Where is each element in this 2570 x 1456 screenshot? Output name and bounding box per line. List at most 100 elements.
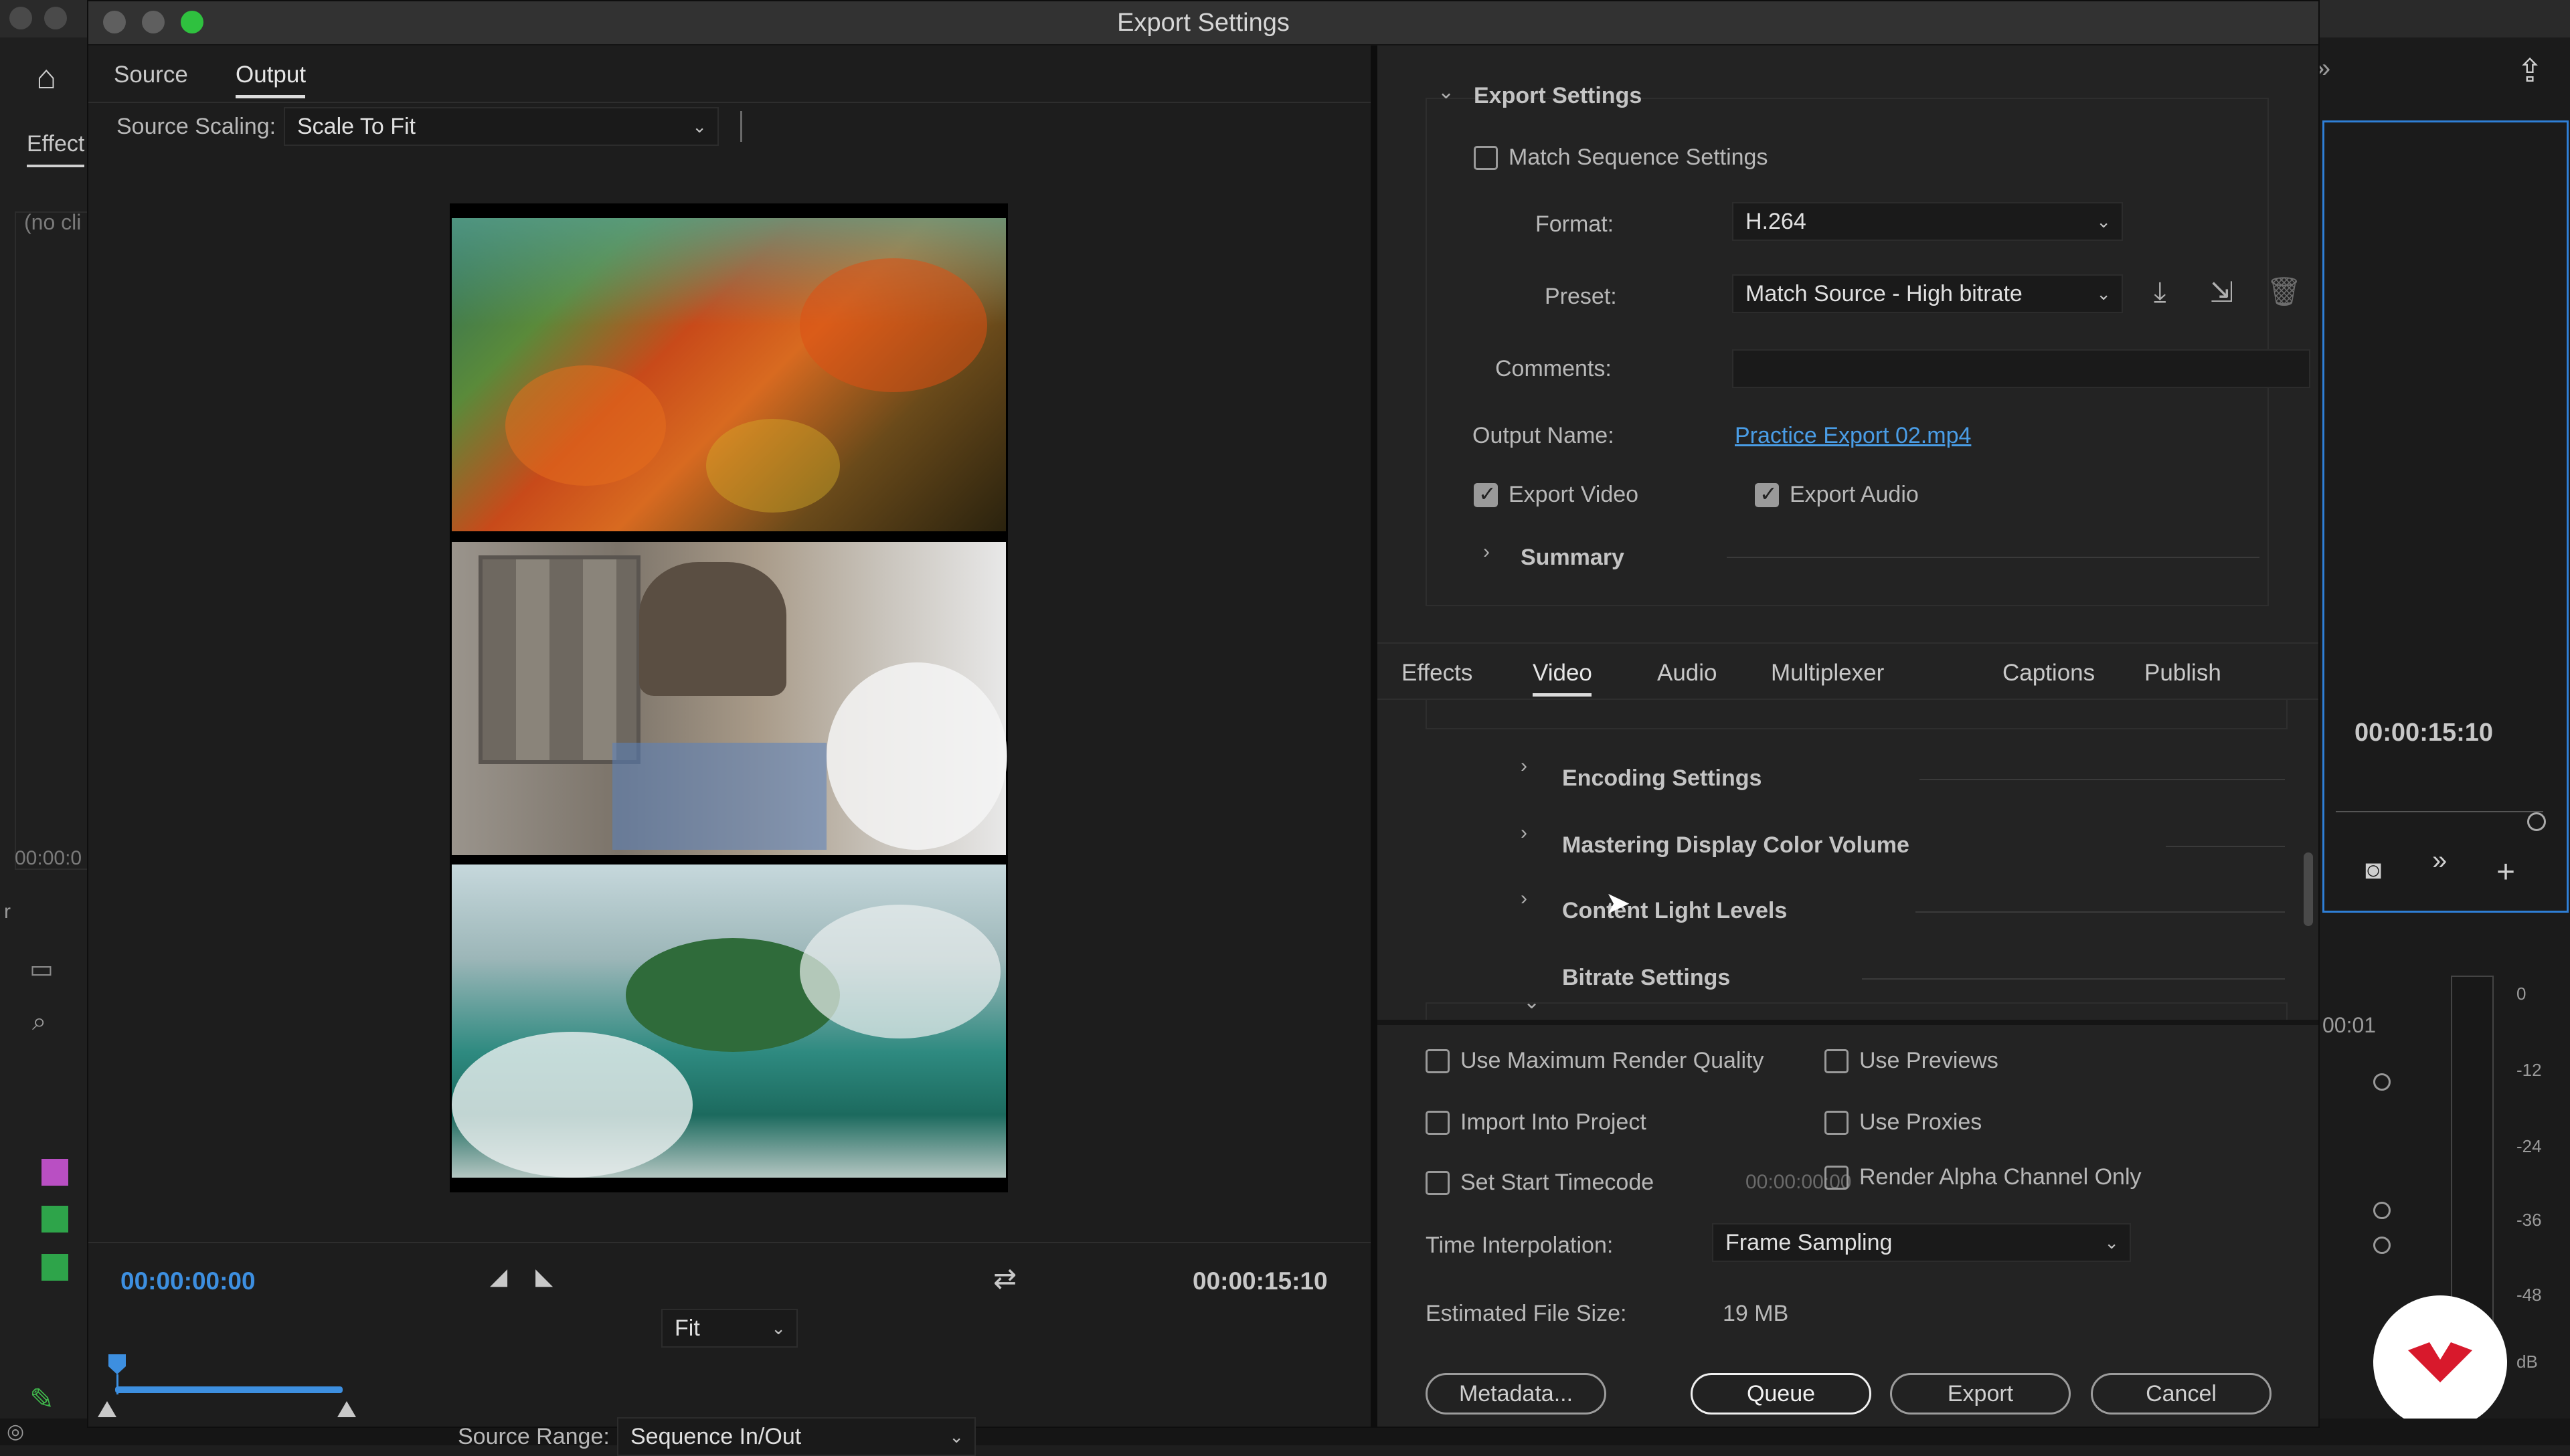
bg-more-icon[interactable]: » <box>2432 846 2447 876</box>
chevron-right-icon[interactable]: › <box>1483 541 1490 563</box>
pen-icon[interactable]: ✎ <box>29 1382 54 1417</box>
share-icon[interactable]: ⇪ <box>2516 52 2543 90</box>
time-interpolation-select[interactable]: Frame Sampling ⌄ <box>1712 1223 2131 1262</box>
rocket-tower <box>479 555 640 764</box>
bg-time-small: 00:01 <box>2322 1013 2377 1037</box>
tab-video[interactable]: Video <box>1533 660 1592 687</box>
import-into-project-checkbox[interactable] <box>1426 1111 1450 1135</box>
bg-keyframe-1[interactable] <box>2373 1073 2391 1091</box>
current-timecode[interactable]: 00:00:00:00 <box>120 1267 256 1295</box>
tab-publish[interactable]: Publish <box>2144 660 2221 687</box>
in-point-handle[interactable] <box>98 1401 116 1417</box>
format-select[interactable]: H.264 ⌄ <box>1732 202 2123 241</box>
use-proxies-label: Use Proxies <box>1859 1109 1982 1135</box>
folder-icon[interactable]: ▭ <box>29 954 54 984</box>
bitrate-settings-title[interactable]: Bitrate Settings <box>1562 965 1730 991</box>
import-preset-icon[interactable]: ⇲ <box>2210 276 2233 308</box>
bg-close-dot <box>9 7 32 29</box>
mastering-display-title[interactable]: Mastering Display Color Volume <box>1562 832 1909 858</box>
bg-ruler <box>2336 799 2543 812</box>
use-previews-label: Use Previews <box>1859 1048 1998 1073</box>
bg-ruler-handle[interactable] <box>2527 812 2546 831</box>
aspect-toggle-icon[interactable]: ⇄ <box>993 1262 1017 1295</box>
time-interpolation-value: Frame Sampling <box>1725 1230 1893 1255</box>
save-preset-icon[interactable]: ⤓ <box>2154 276 2166 308</box>
chevron-right-icon[interactable]: › <box>1521 755 1527 778</box>
out-point-handle[interactable] <box>337 1401 356 1417</box>
render-alpha-checkbox[interactable] <box>1824 1166 1849 1190</box>
use-previews-checkbox[interactable] <box>1824 1049 1849 1073</box>
start-timecode-checkbox[interactable] <box>1426 1171 1450 1195</box>
mouse-cursor-icon: ➤ <box>1605 885 1631 920</box>
tab-output[interactable]: Output <box>236 62 306 88</box>
cancel-button[interactable]: Cancel <box>2091 1373 2272 1415</box>
chevron-right-icon[interactable]: › <box>1521 887 1527 910</box>
add-icon[interactable]: + <box>2496 854 2515 891</box>
export-audio-checkbox[interactable] <box>1755 481 1779 507</box>
comments-label: Comments: <box>1495 356 1612 381</box>
summary-title[interactable]: Summary <box>1521 545 1624 571</box>
tab-source[interactable]: Source <box>114 62 188 88</box>
settings-pane: ⌄ Export Settings Match Sequence Setting… <box>1377 46 2318 1427</box>
export-video-checkbox[interactable] <box>1474 481 1498 507</box>
bg-no-clip-text: (no cli <box>24 210 82 234</box>
export-dialog: Export Settings Source Output Source Sca… <box>87 0 2320 1456</box>
encoding-settings-title[interactable]: Encoding Settings <box>1562 765 1762 792</box>
chevron-right-icon[interactable]: › <box>1521 822 1527 844</box>
scaling-separator <box>740 111 742 142</box>
time-interpolation-label: Time Interpolation: <box>1426 1233 1614 1258</box>
export-settings-title[interactable]: Export Settings <box>1474 83 1642 109</box>
tab-multiplexer[interactable]: Multiplexer <box>1771 660 1884 687</box>
bg-keyframe-3[interactable] <box>2373 1237 2391 1254</box>
cc-icon[interactable]: ◎ <box>7 1420 24 1443</box>
source-scaling-label: Source Scaling: <box>116 114 276 139</box>
settings-tabs-top-rule <box>1377 642 2318 644</box>
source-range-select[interactable]: Sequence In/Out ⌄ <box>617 1417 976 1456</box>
use-proxies-checkbox[interactable] <box>1824 1111 1849 1135</box>
zoom-select[interactable]: Fit ⌄ <box>661 1309 798 1348</box>
tab-effects[interactable]: Effects <box>1401 660 1472 687</box>
match-sequence-checkbox[interactable] <box>1474 146 1498 170</box>
content-light-title[interactable]: Content Light Levels <box>1562 898 1787 924</box>
queue-button[interactable]: Queue <box>1691 1373 1871 1415</box>
max-render-quality-checkbox[interactable] <box>1426 1049 1450 1073</box>
camera-icon[interactable]: ◙ <box>2365 855 2381 885</box>
export-video-label: Export Video <box>1509 482 1639 507</box>
video-preview <box>450 203 1008 1192</box>
bitrate-box <box>1426 1002 2288 1021</box>
mark-in-icon[interactable]: ◢ <box>490 1263 507 1290</box>
work-area-bar[interactable] <box>115 1386 343 1393</box>
app-left-panel: ⌂ Effect (no cli 00:00:0 r ▭ ⌕ ✎ <box>0 37 90 1429</box>
source-scaling-select[interactable]: Scale To Fit ⌄ <box>284 107 719 146</box>
metadata-button[interactable]: Metadata... <box>1426 1373 1606 1415</box>
brand-logo-mark <box>2408 1342 2472 1382</box>
pane-divider[interactable] <box>1371 46 1377 1427</box>
preview-frame-rocket <box>452 542 1007 855</box>
settings-scrollbar[interactable] <box>2304 852 2313 926</box>
comments-input[interactable] <box>1732 349 2310 388</box>
meter-label-0: 0 <box>2516 984 2526 1004</box>
preset-select[interactable]: Match Source - High bitrate ⌄ <box>1732 274 2123 313</box>
tab-output-underline <box>236 95 305 98</box>
render-alpha-label: Render Alpha Channel Only <box>1859 1164 2142 1190</box>
flowers-blob-1 <box>505 365 666 486</box>
meter-label-24: -24 <box>2516 1136 2542 1156</box>
export-button[interactable]: Export <box>1890 1373 2071 1415</box>
bg-keyframe-2[interactable] <box>2373 1202 2391 1219</box>
playhead[interactable] <box>108 1354 126 1374</box>
output-name-link[interactable]: Practice Export 02.mp4 <box>1735 423 1971 449</box>
source-range-label: Source Range: <box>458 1424 610 1449</box>
mark-out-icon[interactable]: ◣ <box>535 1263 553 1290</box>
search-icon[interactable]: ⌕ <box>32 1008 46 1036</box>
rocket-smoke <box>827 662 1007 850</box>
island-fog-2 <box>800 905 1001 1038</box>
home-icon[interactable]: ⌂ <box>36 58 56 96</box>
content-light-rule <box>1915 911 2285 913</box>
tab-captions[interactable]: Captions <box>2002 660 2095 687</box>
chevron-down-icon[interactable]: ⌄ <box>1438 80 1454 104</box>
meter-label-db: dB <box>2516 1352 2538 1372</box>
tab-audio[interactable]: Audio <box>1657 660 1717 687</box>
meter-label-48: -48 <box>2516 1285 2542 1305</box>
delete-preset-icon[interactable]: 🗑 <box>2266 276 2302 308</box>
bg-effect-tab[interactable]: Effect <box>27 131 84 157</box>
